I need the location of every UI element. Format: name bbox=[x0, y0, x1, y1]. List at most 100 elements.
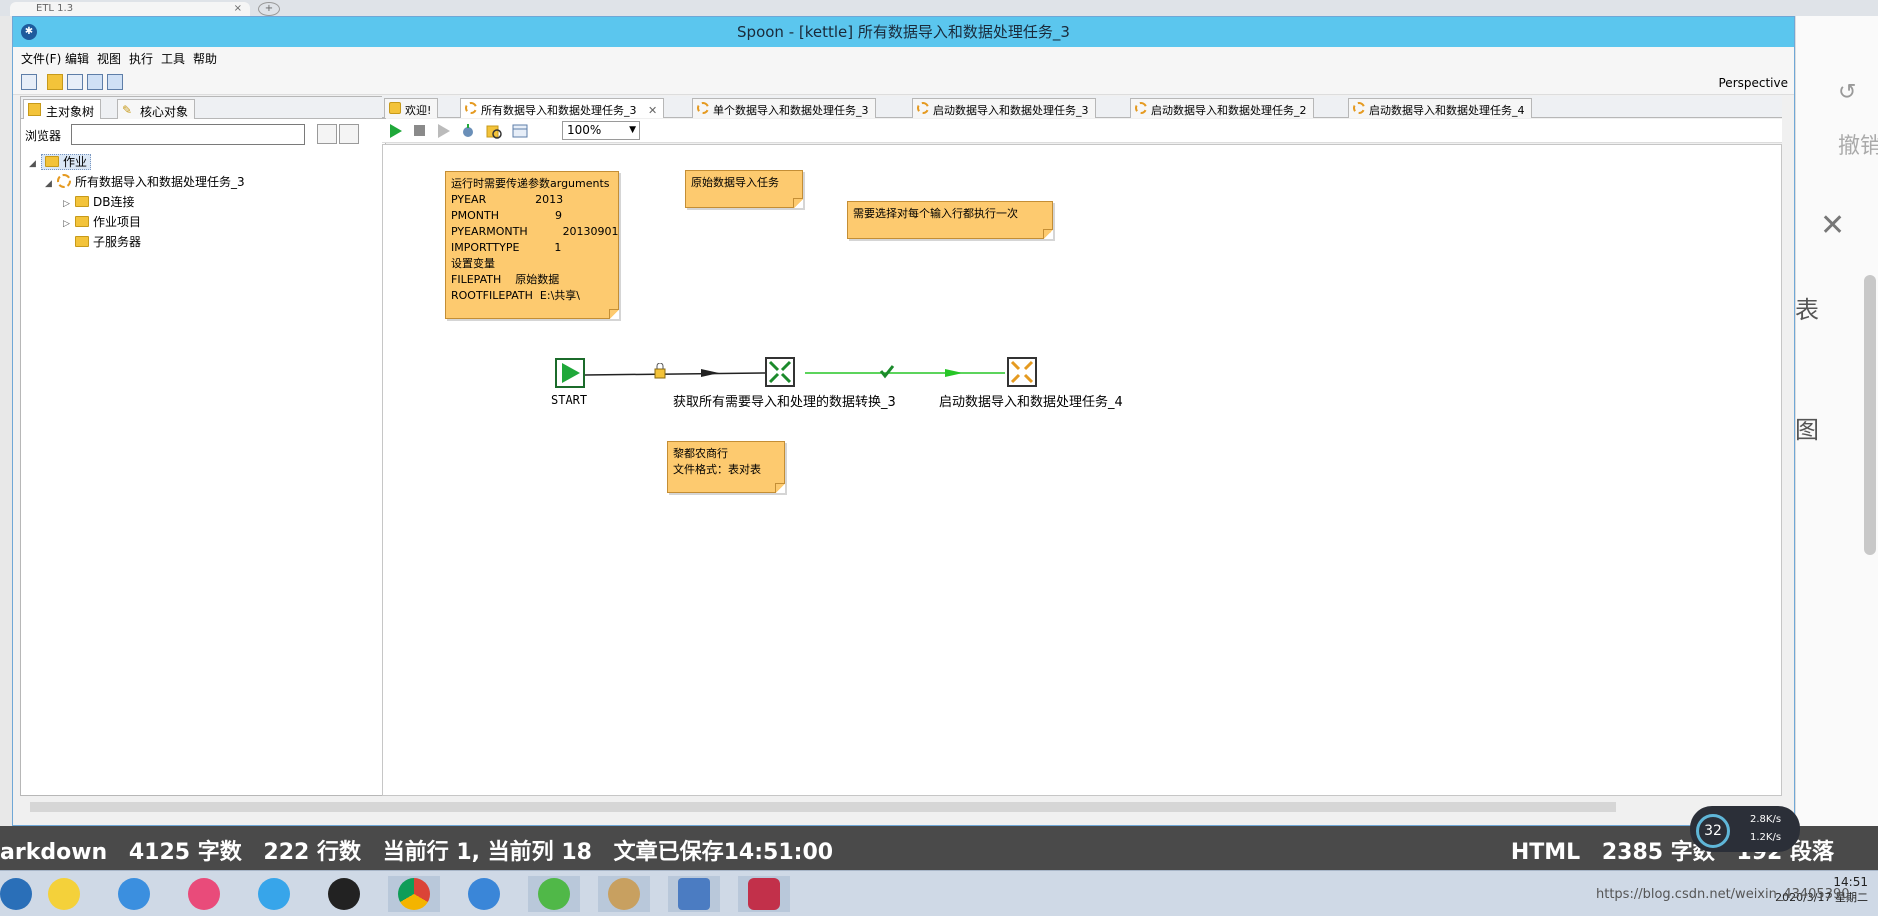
tree-item-label: DB连接 bbox=[93, 195, 135, 209]
lock-icon bbox=[654, 363, 666, 379]
hop-start-to-transform[interactable] bbox=[584, 372, 766, 376]
folder-icon bbox=[75, 236, 89, 247]
tab-label: 所有数据导入和数据处理任务_3 bbox=[481, 104, 637, 117]
tab-welcome[interactable]: 欢迎! bbox=[384, 98, 439, 118]
scrollbar-thumb[interactable] bbox=[30, 802, 1616, 812]
run-icon[interactable] bbox=[388, 123, 404, 139]
watermark: https://blog.csdn.net/weixin_43405390 bbox=[1596, 887, 1850, 902]
taskbar-browser-e[interactable] bbox=[108, 876, 160, 912]
tree-job-entries[interactable]: ▷ 作业项目 bbox=[63, 213, 141, 231]
taskbar-wechat[interactable] bbox=[528, 876, 580, 912]
browser-search-input[interactable] bbox=[71, 124, 305, 145]
start-node[interactable] bbox=[555, 358, 585, 388]
status-format[interactable]: HTML bbox=[1511, 840, 1580, 865]
pencil-icon: ✎ bbox=[122, 103, 133, 117]
taskbar-remote-desktop[interactable] bbox=[668, 876, 720, 912]
taskbar-database[interactable] bbox=[738, 876, 790, 912]
menu-file[interactable]: 文件(F) bbox=[21, 50, 61, 67]
tree-root-label: 作业 bbox=[63, 155, 88, 169]
job-icon bbox=[57, 174, 71, 188]
save-icon[interactable] bbox=[87, 74, 103, 90]
chevron-down-icon[interactable]: ◢ bbox=[45, 175, 57, 193]
taskbar-feiq[interactable] bbox=[458, 876, 510, 912]
table-tool[interactable]: 表 bbox=[1795, 290, 1819, 325]
left-panel: 主对象树 ✎ 核心对象 浏览器 ◢ 作业 ◢ 所有数据导入和数据处理任务_3 ▷ DB… bbox=[20, 96, 386, 796]
close-icon[interactable]: × bbox=[234, 2, 242, 16]
perspective-switcher[interactable]: Perspective bbox=[1719, 76, 1789, 90]
windows-icon bbox=[0, 878, 32, 910]
taskbar-music[interactable] bbox=[38, 876, 90, 912]
chevron-right-icon[interactable]: ▷ bbox=[63, 195, 75, 213]
image-tool[interactable]: 图 bbox=[1795, 410, 1819, 445]
undo-icon[interactable]: ↺ bbox=[1838, 80, 1856, 105]
status-mode[interactable]: arkdown bbox=[0, 840, 107, 865]
transform-node[interactable] bbox=[765, 357, 795, 387]
tree-job-label: 所有数据导入和数据处理任务_3 bbox=[75, 175, 245, 189]
transform-node-label: 获取所有需要导入和处理的数据转换_3 bbox=[673, 395, 896, 410]
chevron-down-icon[interactable]: ◢ bbox=[29, 155, 41, 173]
undo-label[interactable]: 撤销 bbox=[1838, 128, 1878, 160]
database-icon bbox=[748, 878, 780, 910]
browser-tab-label: ETL 1.3 bbox=[36, 3, 74, 14]
hop-arrow bbox=[945, 369, 963, 377]
chevron-right-icon[interactable]: ▷ bbox=[63, 215, 75, 233]
tab-job-start-import-4[interactable]: 启动数据导入和数据处理任务_4 bbox=[1348, 98, 1532, 118]
taskbar-chrome[interactable] bbox=[388, 876, 440, 912]
tab-label: 主对象树 bbox=[46, 105, 95, 119]
debug-icon[interactable] bbox=[460, 123, 476, 139]
tab-job-all-import-3[interactable]: 所有数据导入和数据处理任务_3 ✕ bbox=[460, 98, 665, 118]
close-icon[interactable]: ✕ bbox=[1820, 208, 1845, 243]
check-icon[interactable] bbox=[486, 123, 502, 139]
tab-label: 单个数据导入和数据处理任务_3 bbox=[713, 104, 869, 117]
hops-layer bbox=[584, 369, 1005, 377]
tab-label: 启动数据导入和数据处理任务_3 bbox=[933, 104, 1089, 117]
tree-db-connections[interactable]: ▷ DB连接 bbox=[63, 193, 134, 211]
open-folder-icon[interactable] bbox=[47, 74, 63, 90]
stop-icon[interactable] bbox=[412, 123, 428, 139]
menu-run[interactable]: 执行 bbox=[129, 50, 153, 67]
job-node[interactable] bbox=[1007, 357, 1037, 387]
menu-view[interactable]: 视图 bbox=[97, 50, 121, 67]
welcome-icon bbox=[389, 102, 401, 114]
close-tab-icon[interactable]: ✕ bbox=[648, 104, 657, 117]
ie-icon bbox=[118, 878, 150, 910]
new-tab-icon[interactable]: + bbox=[258, 2, 280, 16]
new-file-icon[interactable] bbox=[21, 74, 37, 90]
background-scrollbar[interactable] bbox=[1864, 275, 1876, 555]
job-icon bbox=[1135, 102, 1147, 114]
preview-icon[interactable] bbox=[436, 123, 452, 139]
tab-job-single-import-3[interactable]: 单个数据导入和数据处理任务_3 bbox=[692, 98, 876, 118]
canvas-horizontal-scrollbar[interactable] bbox=[24, 800, 1764, 814]
taskbar-kettle[interactable] bbox=[598, 876, 650, 912]
tab-job-start-import-2[interactable]: 启动数据导入和数据处理任务_2 bbox=[1130, 98, 1314, 118]
taskbar-photos[interactable] bbox=[178, 876, 230, 912]
menu-help[interactable]: 帮助 bbox=[193, 50, 217, 67]
menu-edit[interactable]: 编辑 bbox=[65, 50, 89, 67]
job-icon bbox=[697, 102, 709, 114]
chrome-icon bbox=[398, 878, 430, 910]
tab-job-start-import-3[interactable]: 启动数据导入和数据处理任务_3 bbox=[912, 98, 1096, 118]
tab-core-objects[interactable]: ✎ 核心对象 bbox=[117, 99, 196, 119]
menu-tools[interactable]: 工具 bbox=[161, 50, 185, 67]
show-results-icon[interactable] bbox=[512, 123, 528, 139]
tree-slave-servers[interactable]: 子服务器 bbox=[75, 233, 141, 251]
explore-repository-icon[interactable] bbox=[67, 74, 83, 90]
taskbar-qq[interactable] bbox=[318, 876, 370, 912]
feiq-icon bbox=[468, 878, 500, 910]
tab-main-tree[interactable]: 主对象树 bbox=[23, 99, 102, 119]
tree-job[interactable]: ◢ 所有数据导入和数据处理任务_3 bbox=[45, 173, 245, 191]
expand-all-button[interactable] bbox=[317, 124, 337, 144]
collapse-all-button[interactable] bbox=[339, 124, 359, 144]
zoom-select[interactable]: 100% ▼ bbox=[562, 121, 640, 140]
job-canvas[interactable]: 运行时需要传递参数arguments PYEAR 2013 PMONTH 9 P… bbox=[382, 144, 1782, 796]
tree-root[interactable]: ◢ 作业 bbox=[29, 153, 92, 173]
network-speed-widget[interactable]: 32 2.8K/s 1.2K/s bbox=[1690, 806, 1800, 852]
tab-label: 核心对象 bbox=[140, 105, 189, 119]
folder-icon bbox=[75, 196, 89, 207]
main-toolbar: Perspective bbox=[13, 69, 1794, 95]
background-browser-tab[interactable]: ETL 1.3 × bbox=[10, 2, 250, 16]
taskbar-video[interactable] bbox=[248, 876, 300, 912]
zoom-value: 100% bbox=[567, 123, 602, 137]
save-as-icon[interactable] bbox=[107, 74, 123, 90]
magnifier-folder-icon bbox=[28, 103, 41, 116]
